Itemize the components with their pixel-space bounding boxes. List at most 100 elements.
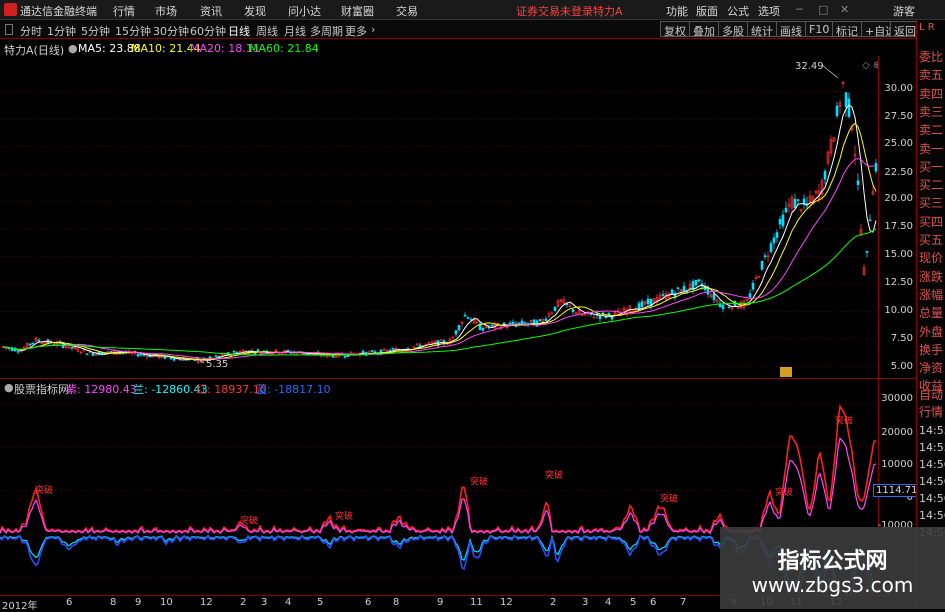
candle-body xyxy=(391,348,395,350)
candle-body xyxy=(694,279,698,286)
candle-body xyxy=(508,322,512,325)
btn-diejia[interactable]: 叠加 xyxy=(689,21,719,38)
close-icon[interactable]: ✕ xyxy=(840,3,849,16)
btn-tongji[interactable]: 统计 xyxy=(747,21,777,38)
quote-field-label: 换手 xyxy=(919,342,944,357)
candle-body xyxy=(439,339,443,342)
minimize-icon[interactable]: ─ xyxy=(796,3,803,16)
period-monthly[interactable]: 月线 xyxy=(284,23,306,39)
candle-body xyxy=(865,250,869,253)
period-30min[interactable]: 30分钟 xyxy=(153,23,189,39)
indicator-last-value: 1114.71 xyxy=(873,484,921,497)
period-60min[interactable]: 60分钟 xyxy=(190,23,226,39)
candle-body xyxy=(691,281,695,290)
candle-body xyxy=(748,293,752,298)
breakout-tag: 突破 xyxy=(35,484,53,496)
breakout-tag: 突破 xyxy=(835,414,853,426)
ticks-header-tab[interactable]: 行情 xyxy=(919,403,943,420)
breakout-tags: 突破突破 突破突破突破突破突破突破 xyxy=(35,414,853,526)
indicator-tick: 10000 xyxy=(881,459,913,470)
quote-field-label: 外盘 xyxy=(919,324,944,339)
btn-huaxian[interactable]: 画线 xyxy=(776,21,806,38)
date-tick: 3 xyxy=(261,597,268,608)
candle-body xyxy=(463,314,467,317)
menu-xuanxiang[interactable]: 选项 xyxy=(758,3,780,19)
menu-faxian[interactable]: 发现 xyxy=(244,3,266,19)
candlestick-series xyxy=(1,80,878,365)
candle-body xyxy=(775,232,779,238)
date-tick: 9 xyxy=(437,597,444,608)
price-tick: 7.50 xyxy=(890,333,913,344)
candle-body xyxy=(553,306,557,312)
period-5min[interactable]: 5分钟 xyxy=(81,23,110,39)
settings-dot-icon[interactable]: ● xyxy=(68,42,78,55)
panel-toggle-icon[interactable]: L R xyxy=(919,22,935,33)
date-tick: 5 xyxy=(317,597,324,608)
quote-field-label: 总量 xyxy=(919,306,944,321)
menu-gongneng[interactable]: 功能 xyxy=(666,3,688,19)
btn-duogu[interactable]: 多股 xyxy=(718,21,748,38)
candle-body xyxy=(85,353,89,356)
menu-wenxiaoda[interactable]: 问小达 xyxy=(288,3,321,19)
candle-body xyxy=(331,355,335,358)
candle-body xyxy=(466,316,470,319)
candle-body xyxy=(538,319,542,322)
watermark-title: 指标公式网 xyxy=(777,549,888,574)
menu-banmian[interactable]: 版面 xyxy=(696,3,718,19)
menu-jiaoyi[interactable]: 交易 xyxy=(396,3,418,19)
menu-shichang[interactable]: 市场 xyxy=(155,3,177,19)
magenta-line xyxy=(0,436,877,535)
btn-fuquan[interactable]: 复权 xyxy=(660,21,690,38)
period-1min[interactable]: 1分钟 xyxy=(47,23,76,39)
breakout-tag: 突破 xyxy=(660,493,678,505)
tick-time: 14:56 xyxy=(919,509,945,522)
quote-field-label: 涨幅 xyxy=(919,287,944,302)
ticks-header-tab[interactable]: 自动 xyxy=(919,386,943,403)
menu-caifuquan[interactable]: 财富圈 xyxy=(341,3,374,19)
trade-login-alert[interactable]: 证券交易未登录 xyxy=(516,3,593,19)
breakout-tag: 突破 xyxy=(775,486,793,498)
candle-body xyxy=(109,351,113,353)
candle-body xyxy=(676,287,680,289)
date-tick: 5 xyxy=(630,597,637,608)
guest-user[interactable]: 游客 xyxy=(893,3,915,19)
period-fenshi[interactable]: 分时 xyxy=(20,23,42,39)
candle-body xyxy=(457,325,461,331)
menu-gongshi[interactable]: 公式 xyxy=(727,3,749,19)
candle-body xyxy=(847,98,851,117)
candle-body xyxy=(868,219,872,222)
toolbar-toggle-icon[interactable] xyxy=(5,24,13,35)
period-daily[interactable]: 日线 xyxy=(228,23,250,39)
date-tick: 2012年 xyxy=(2,601,38,612)
candle-body xyxy=(682,285,686,292)
watermark-url: www.zbgs3.com xyxy=(751,573,914,597)
price-chart[interactable]: 32.49 5.35 ◇ ⊕ xyxy=(0,56,878,378)
quote-field-label: 现价 xyxy=(919,251,944,266)
breakout-tag: 突破 xyxy=(470,475,488,487)
period-more[interactable]: 更多 xyxy=(345,23,367,39)
tick-time: 14:56 xyxy=(919,458,945,471)
ma60-line xyxy=(2,228,877,356)
menu-zixun[interactable]: 资讯 xyxy=(200,3,222,19)
candle-body xyxy=(763,255,767,258)
candle-body xyxy=(454,330,458,335)
btn-biaoji[interactable]: 标记 xyxy=(832,21,862,38)
btn-f10[interactable]: F10 xyxy=(805,21,834,37)
price-tick: 30.00 xyxy=(884,83,913,94)
candle-body xyxy=(670,289,674,295)
ma10-line xyxy=(2,122,877,361)
title-bar: 通达信金融终端 行情 市场 资讯 发现 问小达 财富圈 交易 证券交易未登录 特… xyxy=(0,0,945,20)
period-multi[interactable]: 多周期 xyxy=(310,23,343,39)
chart-zoom-icon: ◇ ⊕ xyxy=(862,60,878,71)
tick-time: 14:55 xyxy=(919,424,945,437)
candle-body xyxy=(712,293,716,301)
period-15min[interactable]: 15分钟 xyxy=(115,23,151,39)
period-weekly[interactable]: 周线 xyxy=(256,23,278,39)
chevron-right-icon[interactable]: › xyxy=(371,23,375,36)
date-tick: 9 xyxy=(135,597,142,608)
date-tick: 4 xyxy=(285,597,292,608)
candle-body xyxy=(793,198,797,209)
menu-hangqing[interactable]: 行情 xyxy=(113,3,135,19)
settings-dot-icon[interactable]: ● xyxy=(4,381,14,394)
maximize-icon[interactable]: □ xyxy=(818,3,828,16)
